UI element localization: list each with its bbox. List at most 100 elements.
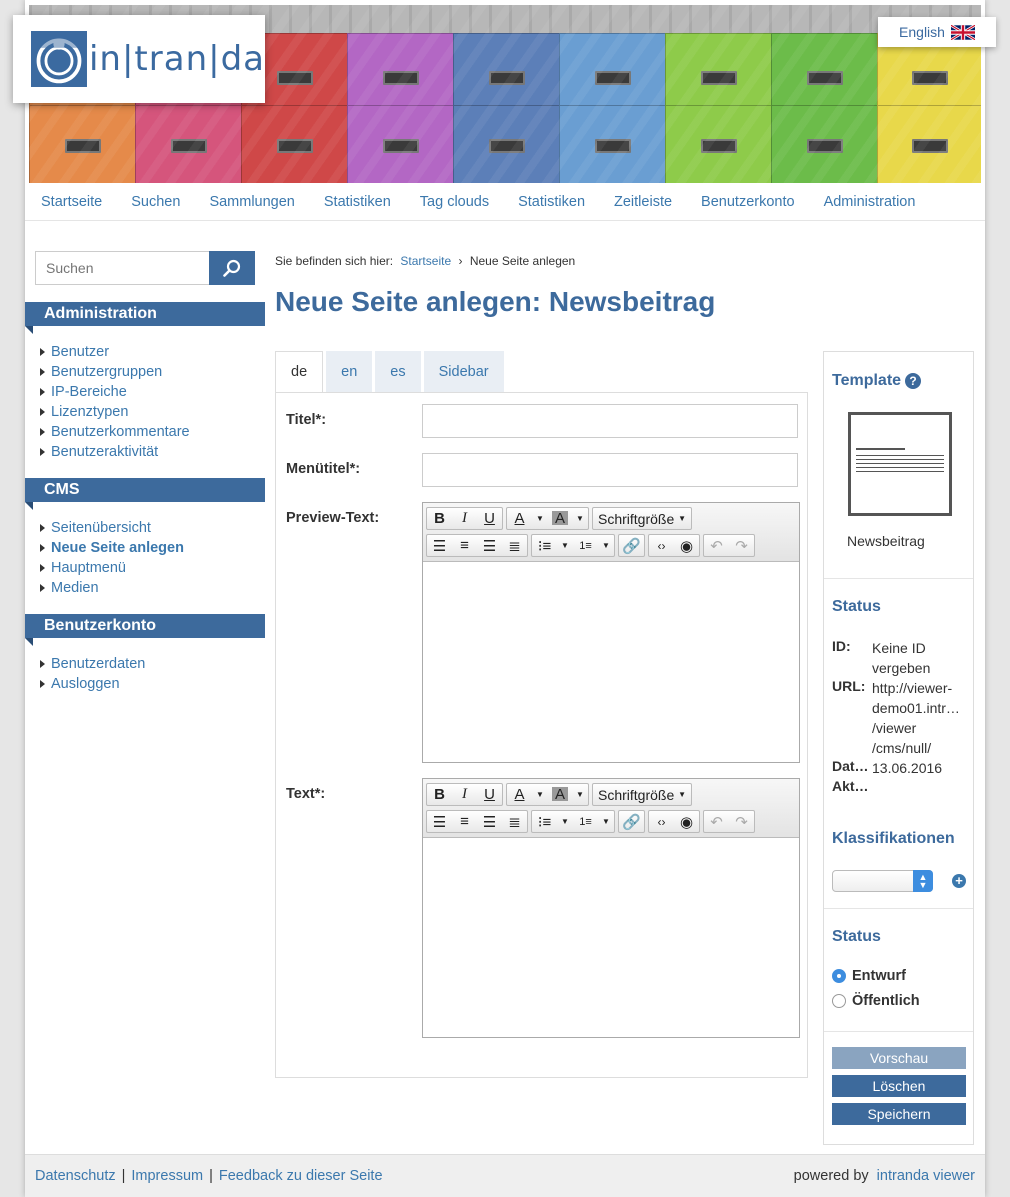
align-right-icon[interactable]: ☰ [477,535,502,556]
preview-eye-icon[interactable]: ◉ [674,811,699,832]
nav-startseite[interactable]: Startseite [41,194,102,210]
sidebar-heading-benutzerkonto: Benutzerkonto [25,614,265,646]
save-button[interactable]: Speichern [832,1103,966,1125]
breadcrumb-home-link[interactable]: Startseite [400,254,451,268]
italic-button[interactable]: I [452,508,477,529]
nav-sammlungen[interactable]: Sammlungen [209,194,294,210]
preview-eye-icon[interactable]: ◉ [674,535,699,556]
sidebar-item-ip-bereiche[interactable]: IP-Bereiche [40,382,255,402]
footer: Datenschutz | Impressum | Feedback zu di… [25,1154,985,1197]
sidebar-item-lizenztypen[interactable]: Lizenztypen [40,402,255,422]
tab-es[interactable]: es [375,351,421,392]
code-icon[interactable]: ‹› [649,811,674,832]
footer-link-datenschutz[interactable]: Datenschutz [35,1168,116,1184]
numbered-list-icon[interactable]: 1≡ [573,535,598,556]
bold-button[interactable]: B [427,508,452,529]
sidebar-item-seitenuebersicht[interactable]: Seitenübersicht [40,518,255,538]
help-icon[interactable]: ? [905,373,922,389]
font-color-button[interactable]: A [507,508,532,529]
chevron-down-icon[interactable]: ▼ [572,784,588,805]
chevron-down-icon[interactable]: ▼ [598,535,614,556]
search-input[interactable] [35,251,209,285]
sidebar-list-administration: Benutzer Benutzergruppen IP-Bereiche Liz… [35,326,255,462]
code-icon[interactable]: ‹› [649,535,674,556]
cabinet-image [347,33,453,183]
nav-tag-clouds[interactable]: Tag clouds [420,194,489,210]
undo-icon[interactable]: ↶ [704,535,729,556]
tab-en[interactable]: en [326,351,373,392]
menu-title-input[interactable] [422,453,798,487]
sidebar-item-benutzerkommentare[interactable]: Benutzerkommentare [40,422,255,442]
redo-icon[interactable]: ↷ [729,535,754,556]
align-justify-icon[interactable]: ≣ [502,811,527,832]
nav-statistiken-2[interactable]: Statistiken [518,194,585,210]
title-input[interactable] [422,404,798,438]
chevron-down-icon[interactable]: ▼ [572,508,588,529]
text-editor: B I U A ▼ A ▼ Schriftgröße ▼ ☰ ≡ ☰ ≣ ⁝≡ … [422,778,800,1038]
search-button[interactable] [209,251,255,285]
undo-icon[interactable]: ↶ [704,811,729,832]
delete-button[interactable]: Löschen [832,1075,966,1097]
align-center-icon[interactable]: ≡ [452,535,477,556]
nav-suchen[interactable]: Suchen [131,194,180,210]
highlight-color-button[interactable]: A [552,510,568,527]
template-thumbnail[interactable] [848,412,952,516]
classification-select[interactable]: ▲ ▼ [832,870,933,892]
chevron-down-icon[interactable]: ▼ [557,811,573,832]
nav-zeitleiste[interactable]: Zeitleiste [614,194,672,210]
select-arrows-icon: ▲ ▼ [913,870,933,892]
chevron-down-icon[interactable]: ▼ [532,784,548,805]
chevron-down-icon[interactable]: ▼ [557,535,573,556]
sidebar-item-ausloggen[interactable]: Ausloggen [40,674,255,694]
align-left-icon[interactable]: ☰ [427,535,452,556]
add-classification-icon[interactable]: + [952,874,966,888]
italic-button[interactable]: I [452,784,477,805]
align-right-icon[interactable]: ☰ [477,811,502,832]
tab-de[interactable]: de [275,351,324,393]
redo-icon[interactable]: ↷ [729,811,754,832]
numbered-list-icon[interactable]: 1≡ [573,811,598,832]
radio-public[interactable]: Öffentlich [832,993,920,1009]
bold-button[interactable]: B [427,784,452,805]
font-color-button[interactable]: A [507,784,532,805]
font-size-dropdown[interactable]: Schriftgröße ▼ [593,784,691,805]
chevron-down-icon[interactable]: ▼ [598,811,614,832]
link-icon[interactable]: 🔗 [619,535,644,556]
sidebar-item-hauptmenue[interactable]: Hauptmenü [40,558,255,578]
align-justify-icon[interactable]: ≣ [502,535,527,556]
bullet-list-icon[interactable]: ⁝≡ [532,811,557,832]
logo-text: in|tran|da [88,39,265,79]
text-label: Text*: [286,786,326,802]
powered-by-link[interactable]: intranda viewer [877,1168,975,1184]
preview-text-area[interactable] [423,562,799,762]
logo[interactable]: in|tran|da [13,15,265,103]
sidebar-item-benutzergruppen[interactable]: Benutzergruppen [40,362,255,382]
right-panel: Template ? Newsbeitrag Status ID: Keine … [823,351,974,1145]
bullet-list-icon[interactable]: ⁝≡ [532,535,557,556]
nav-statistiken[interactable]: Statistiken [324,194,391,210]
sidebar-item-neue-seite-anlegen[interactable]: Neue Seite anlegen [40,538,255,558]
footer-link-impressum[interactable]: Impressum [131,1168,203,1184]
tab-sidebar[interactable]: Sidebar [423,351,504,392]
footer-link-feedback[interactable]: Feedback zu dieser Seite [219,1168,383,1184]
sidebar-item-medien[interactable]: Medien [40,578,255,598]
underline-button[interactable]: U [477,784,502,805]
radio-draft-button[interactable] [832,969,846,983]
radio-public-button[interactable] [832,994,846,1008]
sidebar-item-benutzeraktivitaet[interactable]: Benutzeraktivität [40,442,255,462]
preview-button[interactable]: Vorschau [832,1047,966,1069]
sidebar-item-benutzerdaten[interactable]: Benutzerdaten [40,654,255,674]
highlight-color-button[interactable]: A [552,786,568,803]
text-area[interactable] [423,838,799,1037]
sidebar-item-benutzer[interactable]: Benutzer [40,342,255,362]
underline-button[interactable]: U [477,508,502,529]
align-left-icon[interactable]: ☰ [427,811,452,832]
link-icon[interactable]: 🔗 [619,811,644,832]
nav-benutzerkonto[interactable]: Benutzerkonto [701,194,795,210]
language-switcher[interactable]: English [878,17,996,47]
chevron-down-icon[interactable]: ▼ [532,508,548,529]
radio-draft[interactable]: Entwurf [832,968,906,984]
nav-administration[interactable]: Administration [824,194,916,210]
align-center-icon[interactable]: ≡ [452,811,477,832]
font-size-dropdown[interactable]: Schriftgröße ▼ [593,508,691,529]
